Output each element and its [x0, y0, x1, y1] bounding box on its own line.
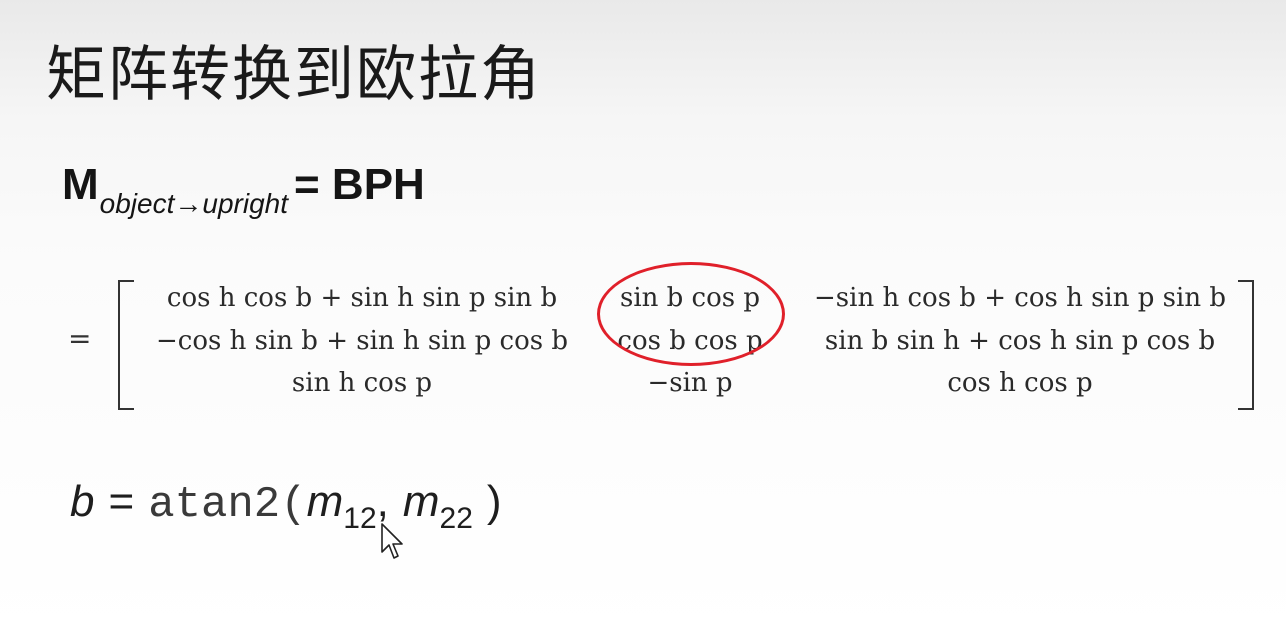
formula-eq: = — [108, 477, 135, 526]
slide-title: 矩阵转换到欧拉角 — [46, 40, 542, 110]
atan2-formula: b = atan2(m12, m22 ) — [70, 476, 502, 535]
formula-arg1-sub: 12 — [343, 502, 377, 535]
formula-fn: atan2( — [148, 480, 307, 530]
mouse-pointer-icon — [381, 523, 403, 559]
matrix-cell-r2c3: sin b sin h + cos h sin p cos b — [824, 326, 1216, 356]
equation-rhs: = BPH — [294, 160, 425, 209]
matrix-cell-r2c1: −cos h sin b + sin h sin p cos b — [156, 326, 568, 356]
formula-var: b — [70, 477, 95, 526]
matrix-cell-r3c2: −sin p — [647, 368, 733, 398]
matrix-equals-sign: = — [68, 322, 92, 355]
highlight-ellipse — [597, 262, 785, 366]
matrix-left-bracket — [118, 280, 134, 410]
formula-arg1: m — [306, 477, 344, 526]
main-equation: Mobject→upright = BPH — [62, 160, 425, 219]
equation-subscript: object→upright — [99, 188, 288, 219]
formula-sep: , — [376, 477, 389, 526]
formula-arg2: m — [402, 477, 440, 526]
matrix-cell-r3c1: sin h cos p — [291, 368, 433, 398]
matrix-cell-r3c3: cos h cos p — [947, 368, 1093, 398]
matrix-cell-r1c1: cos h cos b + sin h sin p sin b — [166, 283, 558, 313]
equation-lhs: M — [62, 160, 99, 209]
slide: 矩阵转换到欧拉角 Mobject→upright = BPH = cos h co… — [0, 0, 1286, 638]
formula-close: ) — [486, 477, 502, 526]
matrix-right-bracket — [1238, 280, 1254, 410]
formula-arg2-sub: 22 — [439, 502, 473, 535]
matrix-cell-r1c3: −sin h cos b + cos h sin p sin b — [814, 283, 1226, 313]
